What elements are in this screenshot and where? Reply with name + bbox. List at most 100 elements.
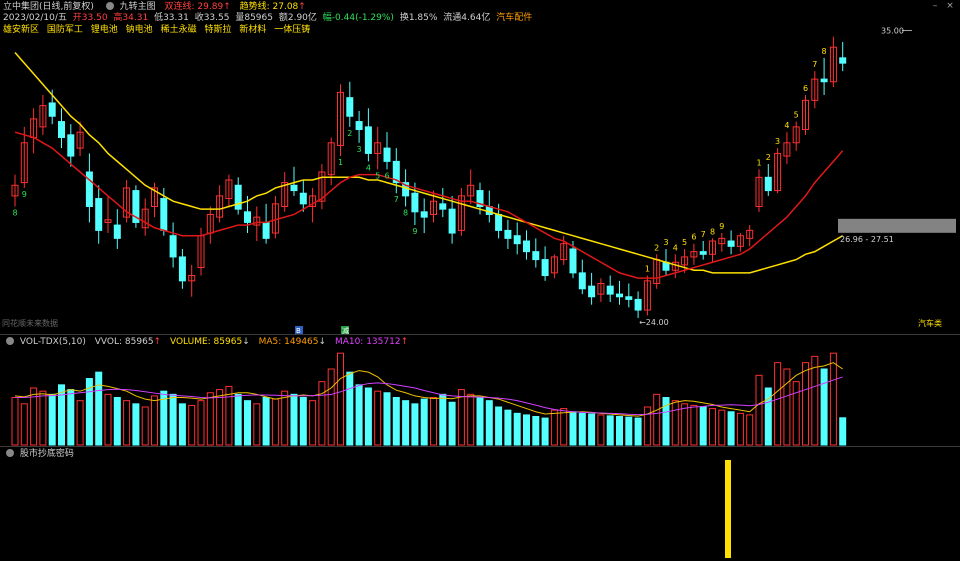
td-count-label: 5 [375, 171, 380, 180]
volume-bar [402, 400, 410, 446]
volume-bar [104, 393, 112, 446]
volume-bar [625, 416, 633, 446]
candle-body [234, 184, 242, 210]
candle-body [616, 293, 623, 298]
td-count-label: 1 [338, 158, 343, 167]
volume-bar [550, 409, 558, 446]
candle-body [420, 211, 428, 218]
volume-bar [113, 397, 121, 446]
candle-body [439, 203, 447, 210]
volume-bar [541, 417, 549, 446]
td-count-label: 8 [403, 209, 408, 218]
volume-bar [67, 389, 75, 446]
volume-bar [374, 390, 382, 446]
volume-bar [234, 393, 242, 446]
divider [0, 334, 960, 335]
td-count-label: 3 [775, 137, 780, 146]
candle-body [764, 176, 772, 192]
volume-bar [718, 409, 726, 446]
candle-body [699, 251, 707, 255]
circle-icon[interactable] [6, 449, 14, 457]
td-count-label: 8 [822, 47, 827, 56]
candle-body [448, 208, 456, 234]
volume-bar [699, 406, 707, 446]
td-count-label: 4 [784, 121, 789, 130]
volume-bar [337, 352, 344, 446]
volume-bar [476, 397, 484, 446]
marker-label: B [296, 327, 301, 334]
volume-bar [206, 392, 214, 446]
candle-body [727, 240, 735, 247]
candle-body [355, 121, 363, 131]
td-count-label: 9 [412, 227, 417, 236]
signal-chart[interactable] [0, 458, 960, 561]
volume-bar [634, 417, 642, 446]
candle-body [48, 102, 56, 117]
volume-bar [430, 397, 437, 446]
volume-bar [671, 400, 679, 446]
volume-bar [20, 403, 28, 446]
volume-bar [588, 413, 596, 446]
volume-bar [355, 384, 363, 446]
volume-bar [578, 412, 586, 446]
volume-bar [653, 393, 661, 446]
td-count-label: 6 [803, 84, 808, 93]
volume-bar [411, 403, 419, 446]
volume-bar [597, 414, 605, 446]
candle-body [299, 192, 307, 205]
volume-bar [197, 400, 205, 446]
volume-bar [792, 381, 800, 446]
volume-bar [253, 403, 261, 446]
volume-bar [169, 393, 177, 446]
volume-bar [11, 397, 19, 446]
price-chart[interactable]: 8912345 6789123456 7 891234567826.96 - 27.5… [0, 0, 960, 334]
td-count-label: 2 [766, 153, 771, 162]
td-count-label: 2 [347, 129, 352, 138]
volume-bar [513, 412, 521, 446]
volume-bar [495, 406, 503, 446]
volume-bar [616, 416, 623, 446]
candle-body [160, 198, 168, 231]
candle-body [839, 57, 847, 64]
volume-bar [709, 408, 716, 446]
td-count-label: 3 [663, 238, 668, 247]
volume-chart[interactable] [0, 345, 960, 447]
td-count-label: 1 [645, 265, 650, 274]
candle-body [523, 240, 530, 253]
candle-body [95, 198, 103, 231]
candle-body [504, 229, 512, 239]
volume-bar [532, 416, 540, 446]
td-count-label: 1 [756, 158, 761, 167]
td-count-label: 7 [394, 195, 399, 204]
low-price-label: ←24.00 [639, 318, 669, 327]
volume-bar [485, 400, 493, 446]
candle-body [290, 184, 298, 192]
candle-body [244, 211, 251, 223]
circle-icon[interactable] [6, 337, 14, 345]
volume-bar [560, 408, 568, 446]
td-count-label: 6 [691, 233, 696, 242]
candle-body [606, 285, 614, 295]
td-count-label: 9 [22, 190, 27, 199]
volume-bar [811, 355, 819, 446]
volume-bar [681, 403, 689, 446]
volume-bar [327, 368, 335, 446]
td-count-label: 8 [710, 227, 715, 236]
volume-bar [820, 368, 828, 446]
volume-bar [746, 414, 754, 446]
sector-tag: 汽车类 [918, 318, 942, 328]
candle-body [85, 171, 93, 208]
volume-bar [727, 411, 735, 446]
volume-bar [262, 397, 270, 446]
volume-bar [457, 389, 465, 446]
volume-bar [420, 398, 428, 446]
candle-body [820, 78, 828, 83]
volume-bar [783, 368, 791, 446]
volume-bar [318, 381, 326, 446]
volume-bar [58, 384, 65, 446]
volume-bar [299, 397, 307, 446]
candle-body [625, 296, 633, 300]
td-count-label: 9 [719, 222, 724, 231]
volume-bar [346, 371, 354, 446]
td-count-label: 8 [12, 209, 17, 218]
